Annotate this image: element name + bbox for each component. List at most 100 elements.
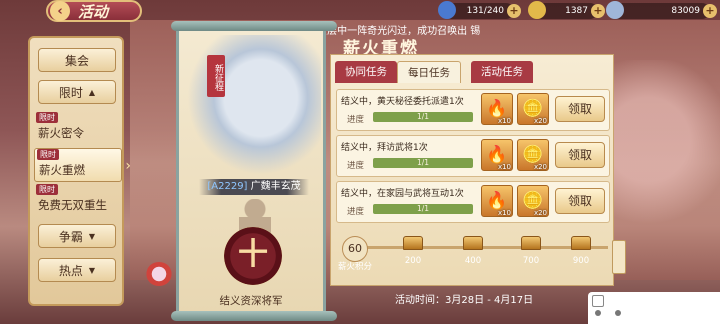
claim-button[interactable]: 领取	[555, 142, 605, 168]
milestone-chest[interactable]: 200	[398, 236, 428, 266]
progress-label: 进度	[347, 161, 365, 171]
limited-tag: 限时	[36, 112, 58, 123]
sub-item-fire-rekindle[interactable]: 限时 薪火重燃 ›	[34, 148, 131, 182]
task-row: 结义中，黄天秘径委托派遣1次 进度 1/1 🔥 x10 🪙 x20 领取	[336, 89, 610, 131]
chevron-right-icon: ›	[125, 158, 131, 174]
scroll-rod-top	[171, 21, 337, 31]
gold-ingot-icon	[528, 1, 546, 19]
fire-icon[interactable]: 🔥 x10	[481, 93, 513, 125]
sub-item-free-rebirth[interactable]: 限时 免费无双重生	[34, 184, 122, 218]
chest-icon	[571, 236, 591, 250]
limited-tag: 限时	[37, 149, 59, 160]
event-time: 活动时间：3月28日 - 4月17日	[395, 295, 534, 306]
back-button[interactable]: ‹ 活动	[46, 0, 142, 22]
scroll-caption: 结义资深将军	[219, 295, 283, 307]
sub-item-label: 薪火密令	[38, 126, 84, 140]
stamina-icon	[438, 1, 456, 19]
progress-text: 1/1	[416, 204, 430, 213]
chevron-up-icon: ▲	[88, 87, 96, 97]
gold-value: 1387	[565, 6, 588, 16]
chevron-left-icon: ‹	[50, 1, 70, 21]
progress-text: 1/1	[416, 112, 430, 121]
stamina-value: 131/240	[466, 6, 504, 16]
claim-button[interactable]: 领取	[555, 188, 605, 214]
activity-sidebar: 集会 限时 ▲ 限时 薪火密令 限时 薪火重燃 › 限时 免费无双重生 争霸 ▼…	[28, 36, 131, 306]
floating-toolbar	[588, 292, 720, 324]
sidebar-item-limited[interactable]: 限时 ▲	[38, 80, 116, 104]
sidebar-item-hot[interactable]: 热点 ▼	[38, 258, 116, 282]
tab-cooperative-tasks[interactable]: 协同任务	[335, 61, 397, 83]
sidebar-item-gathering[interactable]: 集会	[38, 48, 116, 72]
task-description: 结义中，拜访武将1次	[341, 143, 428, 153]
dot-icon	[615, 310, 621, 316]
add-silver-button[interactable]: +	[703, 4, 717, 18]
milestone-value: 200	[404, 256, 422, 266]
points-badge: 60	[342, 236, 368, 262]
sidebar-item-label: 集会	[64, 53, 89, 68]
chest-icon	[463, 236, 483, 250]
chest-icon	[521, 236, 541, 250]
milestone-value: 700	[522, 256, 540, 266]
window-icon[interactable]	[592, 295, 604, 307]
silver-coin-icon	[606, 1, 624, 19]
silver-resource[interactable]: 83009 +	[606, 1, 717, 19]
reward-count: x20	[533, 163, 547, 171]
sub-item-fire-order[interactable]: 限时 薪火密令	[34, 112, 122, 146]
silver-value: 83009	[671, 6, 700, 16]
points-label: 薪火积分	[338, 262, 373, 272]
reward-count: x10	[497, 163, 511, 171]
task-description: 结义中，在家园与武将互动1次	[341, 189, 464, 199]
sidebar-item-contest[interactable]: 争霸 ▼	[38, 224, 116, 248]
reward-count: x10	[497, 209, 511, 217]
sub-item-label: 免费无双重生	[38, 198, 107, 212]
hero-scroll: 新征程 [A2229] 广魏丰玄茂 十 结义资深将军	[171, 21, 337, 321]
page-title: 活动	[78, 2, 109, 21]
fire-icon[interactable]: 🔥 x10	[481, 185, 513, 217]
sidebar-item-label: 限时	[58, 85, 83, 100]
hero-name-label: [A2229] 广魏丰玄茂	[199, 179, 309, 195]
reward-count: x10	[497, 117, 511, 125]
scroll-rod-bottom	[171, 311, 337, 321]
progress-label: 进度	[347, 207, 365, 217]
milestone-value: 900	[572, 256, 590, 266]
milestone-chest[interactable]: 900	[566, 236, 596, 266]
milestone-chest[interactable]: 700	[516, 236, 546, 266]
progress-text: 1/1	[416, 158, 430, 167]
chest-icon	[403, 236, 423, 250]
points-track: 60 薪火积分 200 400 700 900	[338, 234, 616, 274]
sidebar-item-label: 争霸	[58, 229, 83, 244]
hero-code: [A2229]	[207, 181, 248, 192]
blossom-tree-decoration	[600, 60, 720, 260]
gold-resource[interactable]: 1387 +	[528, 1, 605, 19]
task-description: 结义中，黄天秘径委托派遣1次	[341, 97, 464, 107]
chevron-down-icon: ▼	[88, 265, 96, 275]
milestone-chest[interactable]: 400	[458, 236, 488, 266]
gold-ingot-icon[interactable]: 🪙 x20	[517, 139, 549, 171]
add-general-button[interactable]: 十	[224, 227, 282, 285]
sub-item-label: 薪火重燃	[39, 163, 85, 177]
limited-tag: 限时	[36, 184, 58, 195]
add-gold-button[interactable]: +	[591, 4, 605, 18]
dot-icon	[595, 310, 601, 316]
progress-label: 进度	[347, 115, 365, 125]
stamina-resource[interactable]: 131/240 +	[438, 1, 521, 19]
add-stamina-button[interactable]: +	[507, 4, 521, 18]
new-journey-tag: 新征程	[207, 55, 225, 97]
hero-name: 广魏丰玄茂	[250, 181, 301, 192]
fire-icon[interactable]: 🔥 x10	[481, 139, 513, 171]
mascot-icon[interactable]	[146, 262, 172, 286]
tab-event-tasks[interactable]: 活动任务	[471, 61, 533, 83]
task-row: 结义中，拜访武将1次 进度 1/1 🔥 x10 🪙 x20 领取	[336, 135, 610, 177]
top-bar: ‹ 活动 131/240 + 1387 + 83009 +	[0, 0, 720, 22]
tab-daily-tasks[interactable]: 每日任务	[397, 61, 461, 83]
reward-count: x20	[533, 209, 547, 217]
gold-ingot-icon[interactable]: 🪙 x20	[517, 93, 549, 125]
milestone-value: 400	[464, 256, 482, 266]
claim-button[interactable]: 领取	[555, 96, 605, 122]
sidebar-item-label: 热点	[58, 263, 83, 278]
reward-count: x20	[533, 117, 547, 125]
task-row: 结义中，在家园与武将互动1次 进度 1/1 🔥 x10 🪙 x20 领取	[336, 181, 610, 223]
side-tab-handle[interactable]	[612, 240, 626, 274]
gold-ingot-icon[interactable]: 🪙 x20	[517, 185, 549, 217]
chevron-down-icon: ▼	[88, 231, 96, 241]
